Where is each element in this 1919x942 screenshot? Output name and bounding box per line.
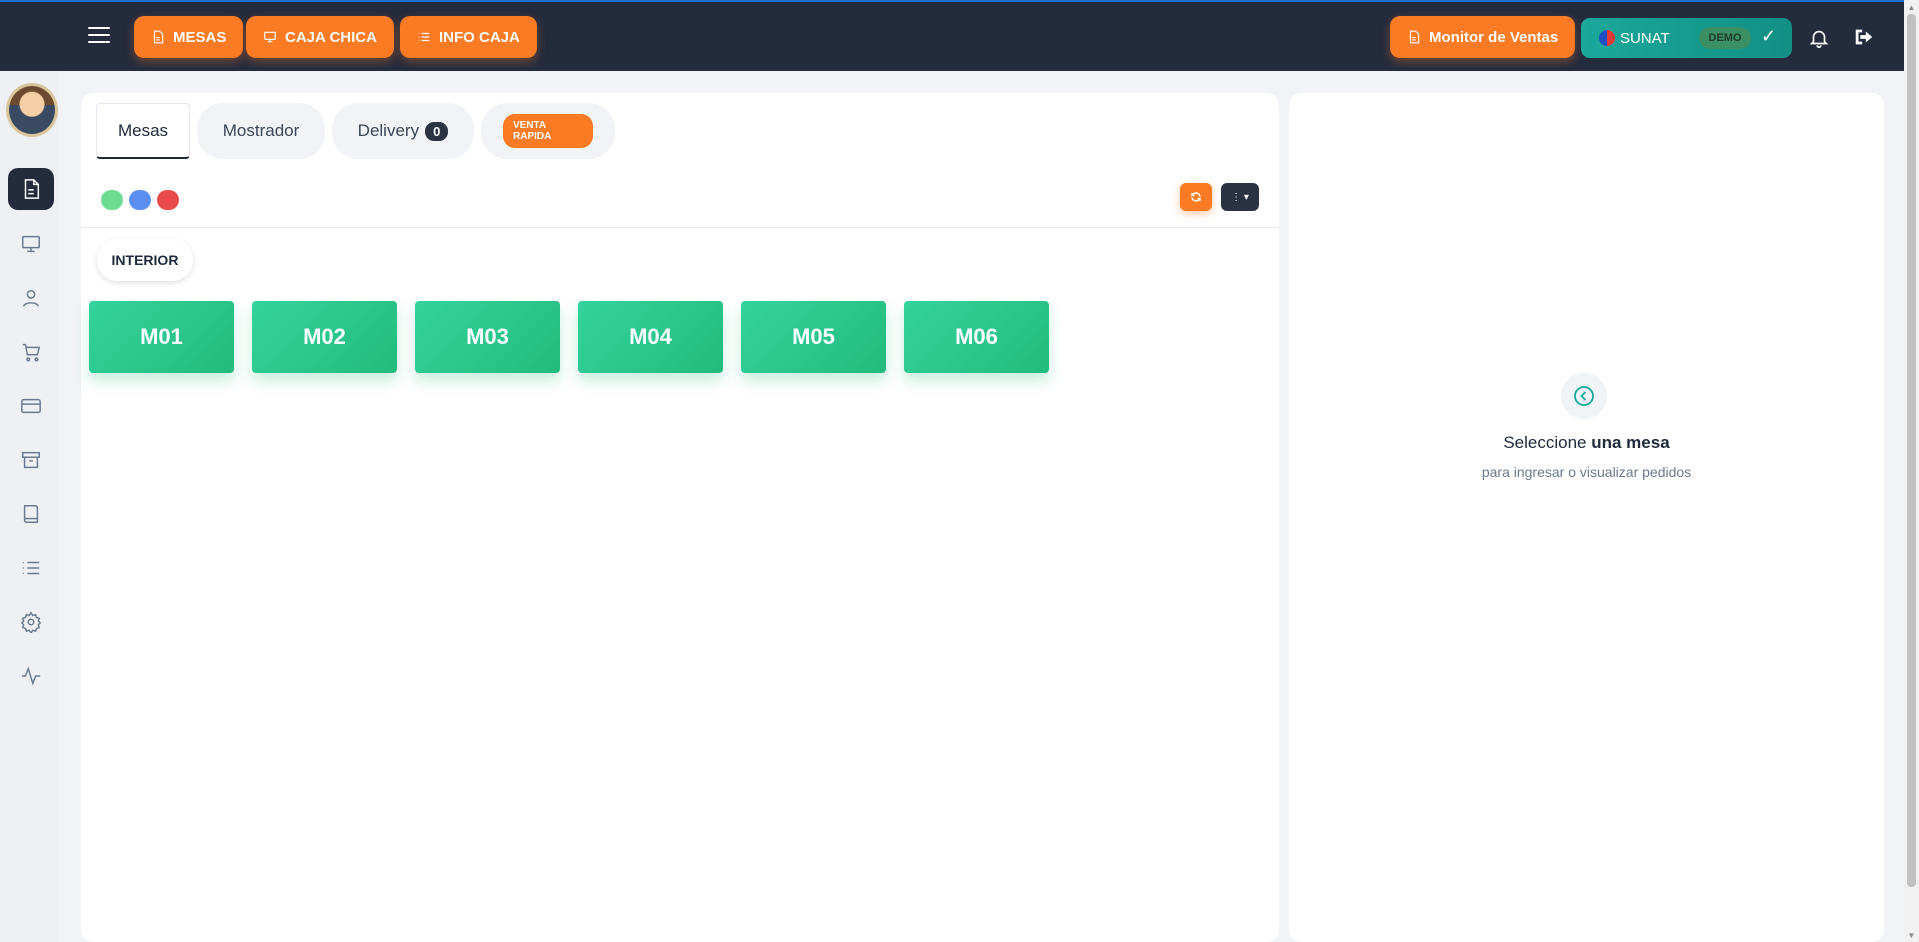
activity-icon xyxy=(21,666,41,686)
monitor-icon xyxy=(22,235,40,253)
top-navbar: MESAS CAJA CHICA INFO CAJA Monitor de Ve… xyxy=(0,0,1904,71)
tab-delivery[interactable]: Delivery 0 xyxy=(332,103,474,159)
sidebar xyxy=(0,71,59,942)
mesas-button[interactable]: MESAS xyxy=(134,16,244,58)
monitor-ventas-button[interactable]: Monitor de Ventas xyxy=(1390,16,1576,58)
book-icon xyxy=(23,505,39,523)
table-m05[interactable]: M05 xyxy=(741,301,886,373)
document-icon xyxy=(1409,30,1420,44)
archive-icon xyxy=(22,451,40,469)
tab-mostrador-label: Mostrador xyxy=(222,121,300,140)
tables-grid: M01 M02 M03 M04 M05 M06 xyxy=(89,301,1049,373)
sidebar-item-payments[interactable] xyxy=(8,385,54,427)
list-icon xyxy=(418,32,430,42)
delivery-count-badge: 0 xyxy=(425,121,449,141)
scroll-up-icon[interactable]: ▲ xyxy=(1904,0,1919,14)
sidebar-item-orders[interactable] xyxy=(8,168,54,210)
table-m01[interactable]: M01 xyxy=(89,301,234,373)
sidebar-item-inventory[interactable] xyxy=(8,439,54,481)
sidebar-item-activity[interactable] xyxy=(8,655,54,697)
tab-mostrador[interactable]: Mostrador xyxy=(197,103,325,159)
back-circle-button[interactable] xyxy=(1561,373,1607,419)
sidebar-item-customers[interactable] xyxy=(8,277,54,319)
tab-mesas[interactable]: Mesas xyxy=(96,103,190,159)
more-vertical-icon: ⋮ ▾ xyxy=(1231,191,1249,203)
user-icon xyxy=(22,289,40,307)
empty-state-subtitle: para ingresar o visualizar pedidos xyxy=(1481,464,1692,480)
credit-card-icon xyxy=(21,398,41,414)
caja-chica-button[interactable]: CAJA CHICA xyxy=(246,16,394,58)
document-icon xyxy=(153,30,164,44)
divider xyxy=(81,227,1279,228)
hamburger-menu-icon[interactable] xyxy=(88,27,110,45)
tables-panel: Mesas Mostrador Delivery 0 VENTA RAPIDA … xyxy=(81,93,1279,942)
status-legend xyxy=(101,190,179,210)
refresh-button[interactable] xyxy=(1180,183,1212,211)
sidebar-item-catalog[interactable] xyxy=(8,493,54,535)
table-m04[interactable]: M04 xyxy=(578,301,723,373)
venta-rapida-button: VENTA RAPIDA xyxy=(503,114,593,148)
scroll-thumb[interactable] xyxy=(1907,14,1916,887)
status-dot-free xyxy=(101,190,123,210)
chevron-left-circle-icon xyxy=(1574,386,1594,406)
user-avatar[interactable] xyxy=(6,83,58,137)
info-caja-button[interactable]: INFO CAJA xyxy=(400,16,537,58)
check-icon: ✓ xyxy=(1761,26,1777,46)
order-detail-panel: Seleccione una mesa para ingresar o visu… xyxy=(1289,93,1884,942)
more-options-button[interactable]: ⋮ ▾ xyxy=(1221,183,1259,211)
sidebar-item-purchases[interactable] xyxy=(8,331,54,373)
info-caja-button-label: INFO CAJA xyxy=(439,28,520,46)
table-m06[interactable]: M06 xyxy=(904,301,1049,373)
table-m02[interactable]: M02 xyxy=(252,301,397,373)
caja-chica-button-label: CAJA CHICA xyxy=(285,28,377,46)
tab-venta-rapida[interactable]: VENTA RAPIDA xyxy=(481,103,615,159)
mesas-button-label: MESAS xyxy=(173,28,227,46)
status-dot-billing xyxy=(157,190,179,210)
document-icon xyxy=(24,179,40,199)
demo-badge: DEMO xyxy=(1699,27,1751,49)
bell-icon[interactable] xyxy=(1808,26,1830,50)
sidebar-item-reports[interactable] xyxy=(8,547,54,589)
order-type-tabs: Mesas Mostrador Delivery 0 VENTA RAPIDA xyxy=(96,103,615,159)
empty-title-bold: una mesa xyxy=(1591,433,1670,452)
sidebar-item-pos[interactable] xyxy=(8,223,54,265)
refresh-icon xyxy=(1191,192,1201,202)
gear-icon xyxy=(20,611,42,633)
table-m03[interactable]: M03 xyxy=(415,301,560,373)
page-scrollbar[interactable]: ▲ ▼ xyxy=(1904,0,1919,942)
monitor-icon xyxy=(264,31,276,43)
empty-title-normal: Seleccione xyxy=(1503,433,1587,452)
tab-delivery-label: Delivery xyxy=(357,121,420,140)
status-dot-occupied xyxy=(129,190,151,210)
logout-icon[interactable] xyxy=(1853,26,1875,48)
sidebar-item-settings[interactable] xyxy=(8,601,54,643)
cart-icon xyxy=(22,343,41,362)
sunat-label: SUNAT xyxy=(1620,29,1670,47)
monitor-ventas-label: Monitor de Ventas xyxy=(1429,28,1559,46)
sunat-logo-icon xyxy=(1599,30,1615,46)
list-icon xyxy=(22,561,40,575)
empty-state-title: Seleccione una mesa xyxy=(1289,433,1884,453)
zone-interior-button[interactable]: INTERIOR xyxy=(97,239,193,281)
scroll-down-icon[interactable]: ▼ xyxy=(1904,928,1919,942)
tab-mesas-label: Mesas xyxy=(117,120,169,140)
sunat-status[interactable]: SUNAT DEMO ✓ xyxy=(1581,18,1792,58)
